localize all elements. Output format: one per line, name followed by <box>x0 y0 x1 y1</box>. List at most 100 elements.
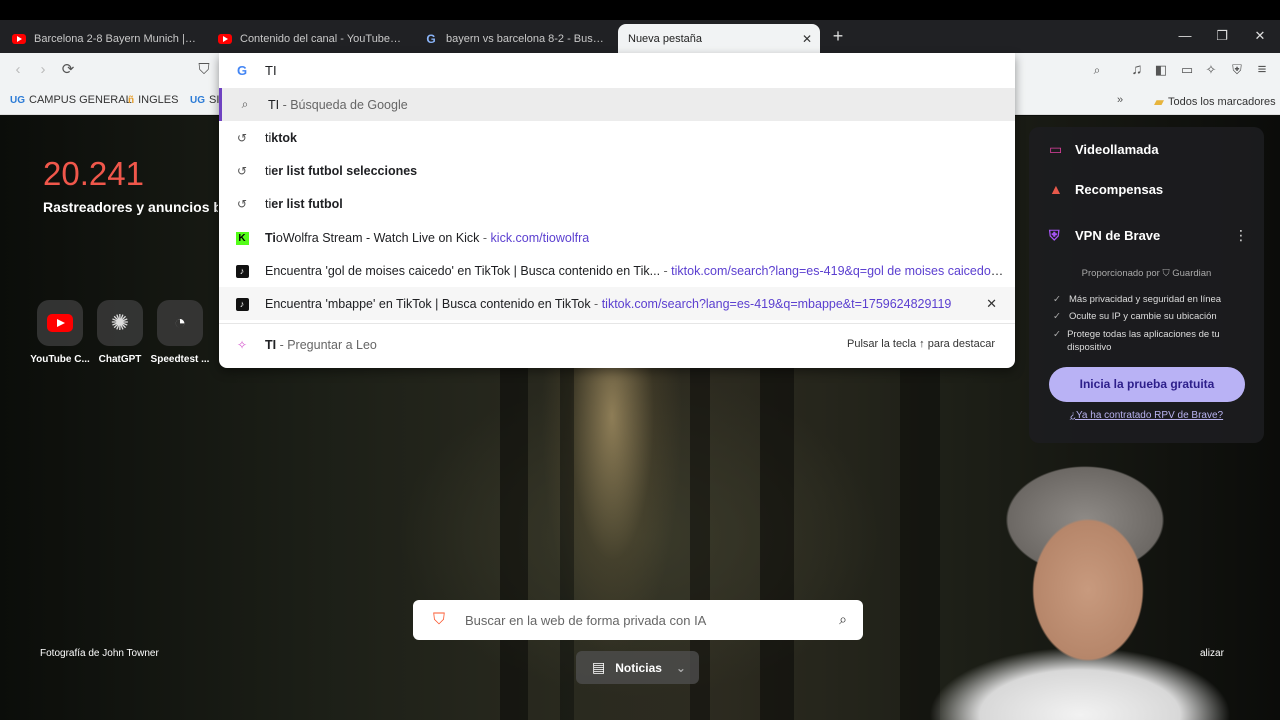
omnibox-dropdown: G TI ⌕ TI - Búsqueda de Google ↺ tiktok … <box>219 53 1015 368</box>
minimize-button[interactable]: — <box>1165 24 1205 48</box>
suggestion-row[interactable]: K TioWolfra Stream - Watch Live on Kick … <box>219 221 1015 254</box>
shortcut-label: Speedtest ... <box>150 354 210 365</box>
photo-credit[interactable]: Fotografía de John Towner <box>40 648 159 659</box>
shortcut-chatgpt[interactable]: ✺ ChatGPT <box>88 300 152 365</box>
vpn-row[interactable]: ⛨ VPN de Brave <box>1049 227 1160 244</box>
tab-label: bayern vs barcelona 8-2 - Buscar con <box>446 32 608 45</box>
google-icon: G <box>237 63 248 78</box>
webcam-overlay <box>880 450 1280 720</box>
history-icon: ↺ <box>236 130 248 145</box>
close-window-button[interactable]: ✕ <box>1240 24 1280 48</box>
tab-search-icon[interactable]: ⌕ <box>1085 59 1109 81</box>
suggestion-row[interactable]: ↺ tier list futbol <box>219 187 1015 220</box>
check-icon: ✓ <box>1053 294 1061 305</box>
history-icon: ↺ <box>236 163 248 178</box>
menu-icon[interactable]: ≡ <box>1250 59 1274 81</box>
suggestion-url: tiktok.com/search?lang=es-419&q=gol de m… <box>671 263 1005 278</box>
bookmark-ingles[interactable]: ñ INGLES <box>128 94 178 106</box>
address-bar[interactable]: G TI <box>219 53 1015 88</box>
suggestion-row[interactable]: ♪ Encuentra 'gol de moises caicedo' en T… <box>219 254 1015 287</box>
suggestion-text: Encuentra 'gol de moises caicedo' en Tik… <box>265 263 661 278</box>
history-icon: ↺ <box>236 196 248 211</box>
tab-label: Contenido del canal - YouTube Studi <box>240 32 402 45</box>
folder-icon: ▰ <box>1154 94 1164 109</box>
search-icon[interactable]: ⌕ <box>839 611 847 628</box>
suggestion-text: Encuentra 'mbappe' en TikTok | Busca con… <box>265 296 591 311</box>
suggestion-row[interactable]: ♪ Encuentra 'mbappe' en TikTok | Busca c… <box>219 287 1015 320</box>
tab-google-search[interactable]: G bayern vs barcelona 8-2 - Buscar con <box>416 24 616 53</box>
check-icon: ✓ <box>1053 329 1061 340</box>
remove-suggestion-icon[interactable]: ✕ <box>986 296 997 312</box>
tab-barcelona-bayern[interactable]: Barcelona 2-8 Bayern Munich | RESU <box>4 24 204 53</box>
all-bookmarks-label: Todos los marcadores <box>1168 96 1276 108</box>
youtube-icon <box>12 33 26 44</box>
suggestion-sub: - <box>660 263 672 278</box>
shortcut-label: YouTube C... <box>30 354 90 365</box>
brave-vpn-panel: ▭ Videollamada ▲ Recompensas ⛨ VPN de Brave… <box>1029 127 1264 443</box>
videocall-label: Videollamada <box>1075 142 1159 157</box>
all-bookmarks[interactable]: ▰ Todos los marcadores <box>1154 94 1276 110</box>
check-icon: ✓ <box>1053 311 1061 322</box>
google-icon: G <box>426 31 436 46</box>
media-icon[interactable]: ♫ <box>1125 59 1149 81</box>
suggestion-text: oWolfra Stream - Watch Live on Kick <box>275 230 480 245</box>
suggestion-bold: TI <box>265 337 277 352</box>
leo-ai-icon[interactable]: ✧ <box>1199 59 1223 81</box>
suggestion-bold: Ti <box>265 230 276 245</box>
forward-button[interactable]: › <box>31 59 55 81</box>
suggestion-sub: - Búsqueda de Google <box>279 97 408 112</box>
vpn-shield-icon[interactable]: ⛨ <box>1225 59 1249 81</box>
private-ai-search[interactable]: ⛉ Buscar en la web de forma privada con … <box>413 600 863 640</box>
start-trial-button[interactable]: Inicia la prueba gratuita <box>1049 367 1245 402</box>
bookmark-label: INGLES <box>138 94 179 106</box>
bookmark-si[interactable]: UG SI <box>190 94 219 106</box>
back-button[interactable]: ‹ <box>6 59 30 81</box>
reload-button[interactable]: ⟳ <box>56 59 80 81</box>
suggestion-url: tiktok.com/search?lang=es-419&q=mbappe&t… <box>601 296 952 311</box>
suggestion-text: er list futbol <box>271 196 343 211</box>
suggestion-sub: - <box>479 230 491 245</box>
bookmark-campus-general[interactable]: UG CAMPUS GENERAL <box>10 94 132 106</box>
rewards-row[interactable]: ▲ Recompensas <box>1049 181 1163 197</box>
bookmark-label: CAMPUS GENERAL <box>29 94 132 106</box>
news-button[interactable]: ▤ Noticias ⌄ <box>576 651 699 684</box>
omnibox-input[interactable]: TI <box>265 63 277 78</box>
videocall-row[interactable]: ▭ Videollamada <box>1049 141 1159 158</box>
shortcut-label: ChatGPT <box>98 354 142 365</box>
suggestion-row[interactable]: ↺ tier list futbol selecciones <box>219 154 1015 187</box>
youtube-studio-icon <box>218 33 232 44</box>
suggestion-row[interactable]: ↺ tiktok <box>219 121 1015 154</box>
search-placeholder: Buscar en la web de forma privada con IA <box>465 612 707 628</box>
close-icon[interactable]: ✕ <box>802 32 812 46</box>
news-label: Noticias <box>615 660 662 675</box>
tab-label: Nueva pestaña <box>628 32 702 45</box>
shortcut-youtube[interactable]: YouTube C... <box>28 300 92 365</box>
brave-lion-icon: ⛉ <box>432 611 445 628</box>
already-subscribed-link[interactable]: ¿Ya ha contratado RPV de Brave? <box>1029 410 1264 421</box>
more-bookmarks-icon[interactable]: » <box>1117 94 1123 106</box>
more-options-icon[interactable]: ⋮ <box>1234 227 1248 244</box>
new-tab-button[interactable]: + <box>828 24 848 48</box>
tiktok-icon: ♪ <box>235 298 249 311</box>
tab-label: Barcelona 2-8 Bayern Munich | RESU <box>34 32 196 45</box>
bookmark-icon[interactable]: ⛉ <box>192 59 216 81</box>
ingles-icon: ñ <box>128 94 135 106</box>
tab-bar: Barcelona 2-8 Bayern Munich | RESU Conte… <box>0 20 1280 53</box>
suggestion-sub: - Preguntar a Leo <box>276 337 377 352</box>
top-strip <box>0 0 1280 20</box>
restore-button[interactable]: ❐ <box>1202 24 1242 48</box>
search-icon: ⌕ <box>241 97 249 111</box>
shortcut-speedtest[interactable]: ◔ Speedtest ... <box>148 300 212 365</box>
suggestion-bold: TI <box>268 97 280 112</box>
tab-youtube-studio[interactable]: Contenido del canal - YouTube Studi <box>210 24 410 53</box>
rewards-triangle-icon: ▲ <box>1049 181 1063 197</box>
tab-new-tab[interactable]: Nueva pestaña ✕ <box>618 24 820 53</box>
suggestion-row-leo[interactable]: ✧ TI - Preguntar a Leo Pulsar la tecla ↑… <box>219 328 1015 361</box>
trackers-label: Rastreadores y anuncios b <box>43 199 218 215</box>
suggestion-row[interactable]: ⌕ TI - Búsqueda de Google <box>219 88 1015 121</box>
feature-item: ✓ Más privacidad y seguridad en línea <box>1053 294 1221 305</box>
wallet-icon[interactable]: ▭ <box>1175 59 1199 81</box>
feature-text: Protege todas las aplicaciones de tu dis… <box>1067 329 1220 353</box>
provided-by-label: Proporcionado por <box>1081 268 1160 279</box>
sidebar-icon[interactable]: ◧ <box>1149 59 1173 81</box>
